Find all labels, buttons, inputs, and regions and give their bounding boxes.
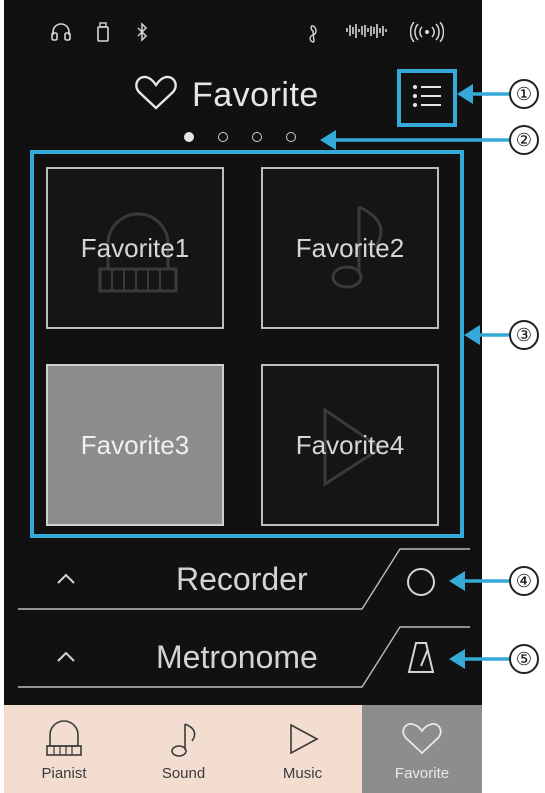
recorder-panel[interactable]: Recorder	[4, 545, 482, 611]
tab-label: Sound	[161, 765, 206, 782]
callout-arrow-1	[457, 84, 513, 104]
waveform-icon	[346, 22, 388, 42]
favorite-tile-1[interactable]: Favorite1	[46, 167, 224, 329]
favorite-label: Favorite2	[295, 232, 405, 263]
page-dot-1[interactable]	[184, 132, 194, 142]
wireless-icon	[410, 22, 444, 42]
heart-icon	[134, 74, 178, 116]
tab-label: Music	[282, 765, 323, 782]
list-icon	[412, 84, 442, 112]
bottom-tab-bar: Pianist Sound Music Favorite	[4, 705, 482, 793]
tab-favorite[interactable]: Favorite	[362, 705, 482, 793]
page-indicator[interactable]	[184, 132, 296, 142]
callout-3: ③	[509, 320, 539, 350]
page-dot-4[interactable]	[286, 132, 296, 142]
tab-pianist[interactable]: Pianist	[4, 705, 124, 793]
metronome-label: Metronome	[156, 639, 318, 675]
favorite-tile-3[interactable]: Favorite3	[46, 364, 224, 526]
device-screen: Favorite Favorite1 Favorite2 Favorite3 F…	[4, 0, 482, 793]
title-text: Favorite	[192, 75, 319, 114]
callout-1: ①	[509, 79, 539, 109]
favorite-tile-2[interactable]: Favorite2	[261, 167, 439, 329]
clef-icon	[306, 22, 320, 44]
page-title: Favorite	[134, 70, 319, 120]
favorite-label: Favorite1	[80, 232, 190, 263]
heart-icon	[401, 719, 443, 759]
tab-music[interactable]: Music	[243, 705, 362, 793]
play-icon	[285, 719, 321, 759]
page-dot-3[interactable]	[252, 132, 262, 142]
tab-label: Pianist	[41, 765, 87, 782]
bluetooth-icon	[136, 22, 148, 42]
metronome-panel[interactable]: Metronome	[4, 623, 482, 689]
callout-arrow-2	[320, 130, 511, 150]
callout-arrow-4	[449, 571, 511, 591]
tab-label: Favorite	[394, 765, 450, 782]
usb-icon	[96, 22, 110, 42]
favorite-tile-4[interactable]: Favorite4	[261, 364, 439, 526]
page-dot-2[interactable]	[218, 132, 228, 142]
recorder-label: Recorder	[176, 561, 308, 597]
chevron-up-icon[interactable]	[56, 573, 76, 585]
headphones-icon	[50, 22, 72, 42]
callout-arrow-3	[464, 325, 510, 345]
favorite-label: Favorite3	[80, 429, 190, 460]
callout-5: ⑤	[509, 644, 539, 674]
list-menu-button[interactable]	[397, 69, 457, 127]
chevron-up-icon[interactable]	[56, 651, 76, 663]
callout-2: ②	[509, 125, 539, 155]
status-bar	[4, 0, 482, 60]
note-icon	[168, 719, 200, 759]
callout-arrow-5	[449, 649, 511, 669]
tab-sound[interactable]: Sound	[124, 705, 243, 793]
callout-4: ④	[509, 566, 539, 596]
favorite-label: Favorite4	[295, 429, 405, 460]
metronome-icon[interactable]	[406, 639, 436, 675]
record-circle-icon[interactable]	[404, 565, 438, 599]
piano-icon	[44, 719, 84, 759]
